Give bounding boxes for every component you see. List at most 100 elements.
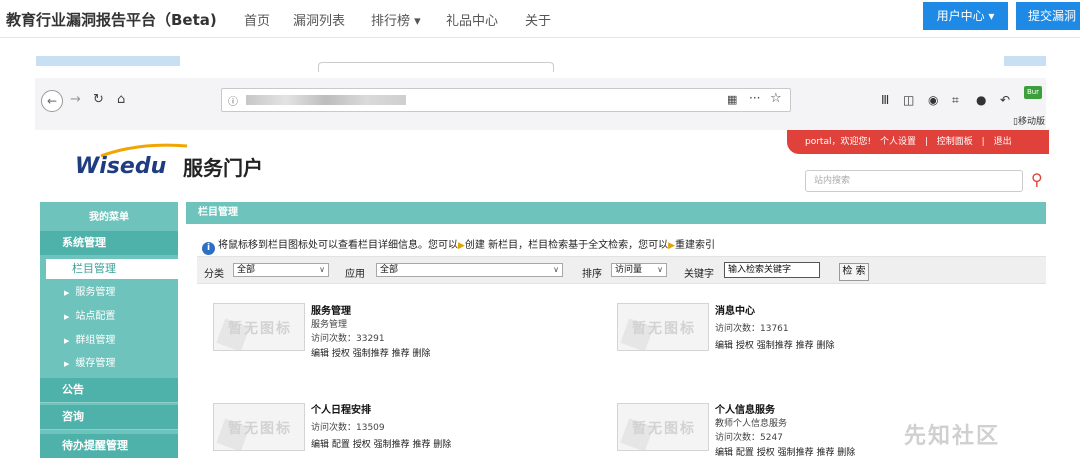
divider (40, 402, 178, 403)
app-select[interactable]: 全部 ∨ (376, 263, 563, 277)
placeholder-text: 暂无图标 (228, 421, 292, 437)
bookmark-star-icon[interactable]: ☆ (770, 91, 782, 106)
sort-select[interactable]: 访问量 ∨ (611, 263, 667, 277)
keyword-label: 关键字 (684, 269, 714, 280)
home-icon[interactable]: ⌂ (117, 90, 125, 110)
nav-gift-center[interactable]: 礼品中心 (446, 10, 498, 29)
card-icon-placeholder[interactable]: 暂无图标 (213, 303, 305, 351)
keyword-input[interactable]: 输入检索关键字 (724, 262, 820, 278)
sidebar-item-service-mgmt[interactable]: ▶ 服务管理 (40, 282, 178, 304)
nav-ranking[interactable]: 排行榜 ▾ (371, 10, 421, 29)
decorative-strip (36, 56, 180, 66)
card-desc: 服务管理 (311, 320, 348, 330)
sidebar-item-label: 缓存管理 (75, 358, 116, 369)
user-center-button[interactable]: 用户中心 ▾ (923, 2, 1008, 30)
card-icon-placeholder[interactable]: 暂无图标 (617, 403, 709, 451)
burp-extension-icon[interactable]: Bur (1024, 86, 1042, 99)
nav-home[interactable]: 首页 (244, 10, 270, 29)
mobile-version-link[interactable]: ▯移动版 (1013, 114, 1045, 127)
submit-vuln-button[interactable]: 提交漏洞 (1016, 2, 1080, 30)
app-label: 应用 (345, 269, 365, 280)
my-menu-heading: 我的菜单 (89, 212, 129, 223)
card-actions[interactable]: 编辑 配置 授权 强制推荐 推荐 删除 (715, 445, 855, 458)
library-icon[interactable]: Ⅲ (881, 92, 889, 108)
site-search-input[interactable]: 站内搜索 (805, 170, 1023, 192)
sidebar-item-group-mgmt[interactable]: ▶ 群组管理 (40, 330, 178, 352)
divider (40, 429, 178, 430)
placeholder-text: 暂无图标 (632, 321, 696, 337)
sidebar-item-label: 站点配置 (75, 311, 116, 322)
site-header: 教育行业漏洞报告平台（Beta) 首页 漏洞列表 排行榜 ▾ 礼品中心 关于 用… (0, 0, 1080, 38)
info-text: 将鼠标移到栏目图标处可以查看栏目详细信息。您可以 (218, 240, 458, 251)
reload-icon[interactable]: ↻ (93, 90, 104, 110)
chevron-down-icon: ∨ (657, 265, 663, 274)
separator: | (981, 137, 985, 147)
user-bar: portal，欢迎您! 个人设置 | 控制面板 | 退出 (787, 130, 1049, 154)
triangle-icon: ▶ (64, 289, 70, 297)
sidebar-item-column-mgmt[interactable]: 栏目管理 (46, 259, 178, 279)
chevron-down-icon: ∨ (319, 265, 325, 274)
info-line: i 将鼠标移到栏目图标处可以查看栏目详细信息。您可以▶创建 新栏目，栏目检索基于全… (202, 236, 715, 255)
category-select[interactable]: 全部 ∨ (233, 263, 329, 277)
nav-about[interactable]: 关于 (525, 10, 551, 29)
card-actions[interactable]: 编辑 授权 强制推荐 推荐 删除 (311, 346, 430, 359)
qr-code-icon[interactable]: ▦ (727, 93, 737, 106)
forward-icon[interactable]: → (70, 90, 81, 110)
card-desc: 教师个人信息服务 (715, 419, 788, 429)
logout-link[interactable]: 退出 (994, 137, 1012, 147)
watermark: 先知社区 (904, 424, 1001, 449)
panel-title: 栏目管理 (186, 202, 1046, 224)
card-title[interactable]: 消息中心 (715, 302, 755, 317)
reader-view-icon[interactable]: ◫ (903, 92, 914, 108)
portal-header: Wisedu 服务门户 portal，欢迎您! 个人设置 | 控制面板 | 退出… (35, 130, 1049, 200)
category-value: 全部 (237, 265, 256, 275)
sidebar-group-system[interactable]: 系统管理 (40, 231, 178, 255)
triangle-icon: ▶ (64, 313, 70, 321)
crop-icon[interactable]: ⌗ (952, 92, 959, 108)
sidebar-group-consult[interactable]: 咨询 (40, 405, 178, 429)
create-column-link[interactable]: 创建 新栏目，栏目检索基于全文检索，您可以 (465, 240, 668, 251)
card-title[interactable]: 个人信息服务 (715, 401, 775, 416)
info-icon: i (202, 242, 215, 255)
sort-value: 访问量 (615, 265, 643, 275)
sidebar: 我的菜单 系统管理 栏目管理 ▶ 服务管理 ▶ 站点配置 ▶ 群组管理 ▶ 缓存管理 公… (40, 202, 178, 458)
card-icon-placeholder[interactable]: 暂无图标 (213, 403, 305, 451)
card-actions[interactable]: 编辑 配置 授权 强制推荐 推荐 删除 (311, 437, 451, 450)
sidebar-item-site-config[interactable]: ▶ 站点配置 (40, 306, 178, 328)
placeholder-text: 暂无图标 (632, 421, 696, 437)
sidebar-group-todo[interactable]: 待办提醒管理 (40, 434, 178, 458)
card-visits: 访问次数：33291 (311, 334, 385, 344)
portal-name: 服务门户 (183, 156, 263, 180)
nav-vuln-list[interactable]: 漏洞列表 (293, 10, 345, 29)
card-visits: 访问次数：13509 (311, 423, 385, 433)
separator: | (924, 137, 928, 147)
arrow-icon: ▶ (668, 241, 676, 251)
account-icon[interactable]: ◉ (928, 92, 938, 108)
search-button[interactable]: 检 索 (839, 263, 869, 281)
back-icon[interactable]: ← (41, 90, 63, 112)
site-title[interactable]: 教育行业漏洞报告平台（Beta) (6, 9, 217, 30)
info-icon[interactable]: ⓘ (228, 93, 238, 108)
arrow-icon: ▶ (458, 241, 465, 251)
placeholder-text: 暂无图标 (228, 321, 292, 337)
sidebar-item-label: 服务管理 (75, 287, 116, 298)
reindex-link[interactable]: 重建索引 (675, 240, 715, 251)
sidebar-group-announce[interactable]: 公告 (40, 378, 178, 402)
card-visits: 访问次数：5247 (715, 433, 783, 443)
card-title[interactable]: 服务管理 (311, 302, 351, 317)
url-bar[interactable]: ⓘ ▦ ··· ☆ (221, 88, 791, 112)
card-title[interactable]: 个人日程安排 (311, 401, 371, 416)
card-icon-placeholder[interactable]: 暂无图标 (617, 303, 709, 351)
chat-icon[interactable]: ● (976, 92, 986, 108)
wisedu-logo: Wisedu (75, 154, 167, 179)
personal-settings-link[interactable]: 个人设置 (880, 137, 916, 147)
decorative-strip (1004, 56, 1046, 66)
triangle-icon: ▶ (64, 337, 70, 345)
control-panel-link[interactable]: 控制面板 (937, 137, 973, 147)
more-icon[interactable]: ··· (749, 91, 760, 105)
card-actions[interactable]: 编辑 授权 强制推荐 推荐 删除 (715, 338, 834, 351)
undo-icon[interactable]: ↶ (1000, 92, 1010, 108)
search-icon[interactable]: ⚲ (1031, 170, 1043, 189)
sidebar-item-cache-mgmt[interactable]: ▶ 缓存管理 (40, 353, 178, 375)
url-text-redacted (246, 95, 406, 105)
